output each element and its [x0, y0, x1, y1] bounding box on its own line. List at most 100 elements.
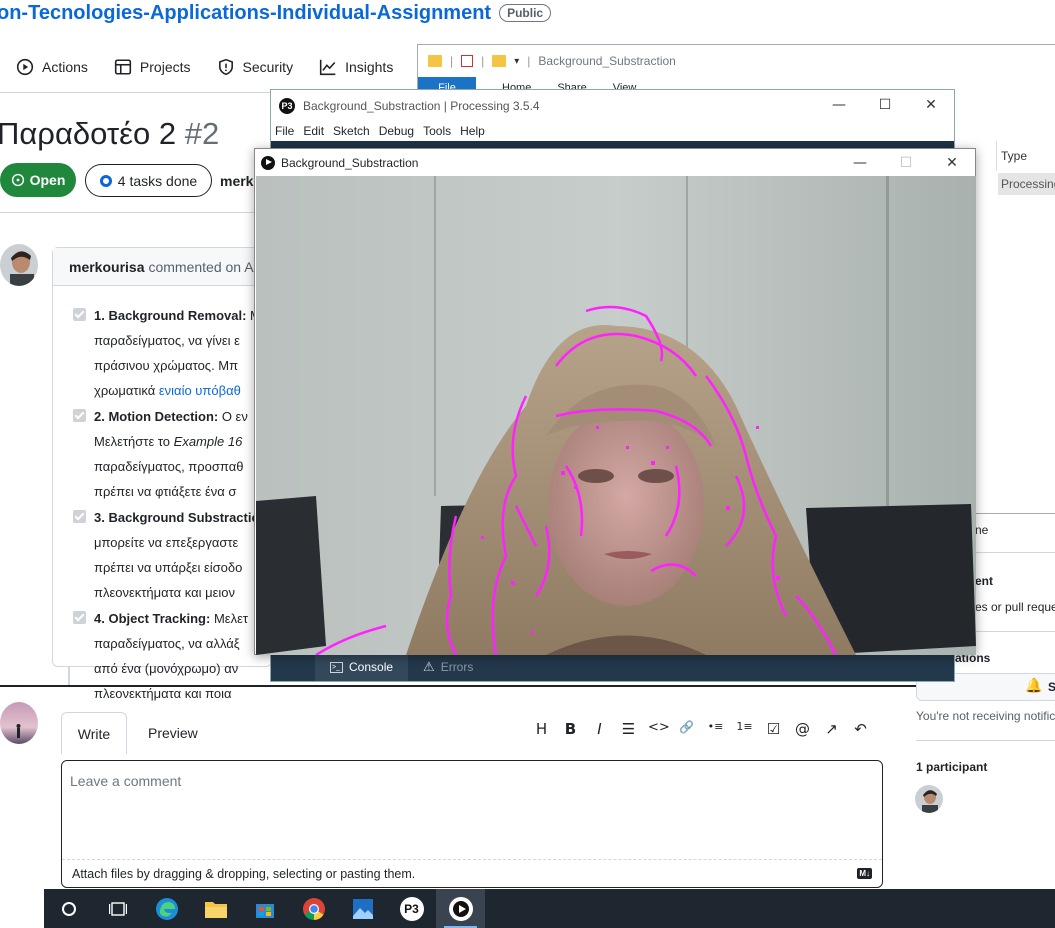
- close-icon[interactable]: ✕: [908, 90, 954, 120]
- taskbar-chrome[interactable]: [289, 889, 338, 928]
- maximize-icon[interactable]: ☐: [862, 90, 908, 120]
- menu-edit[interactable]: Edit: [303, 124, 324, 138]
- menu-tools[interactable]: Tools: [423, 124, 451, 138]
- tasks-progress-badge[interactable]: 4 tasks done: [85, 164, 212, 197]
- header-divider: [0, 212, 265, 213]
- task-text: πρέπει να υπάρξει είσοδο: [94, 560, 243, 575]
- bold-icon[interactable]: B: [561, 720, 580, 738]
- task-item-3: 3. Background Substractio μπορείτε να επ…: [73, 507, 273, 603]
- repo-nav: Actions Projects Security Insights: [16, 58, 393, 76]
- sketch-canvas[interactable]: [256, 176, 976, 655]
- repo-header: on-Tecnologies-Applications-Individual-A…: [0, 0, 552, 26]
- sketch-window-controls: — ☐ ✕: [837, 149, 975, 176]
- taskbar-task-view[interactable]: [93, 889, 142, 928]
- task-checkbox[interactable]: [73, 510, 86, 523]
- task-title: 1. Background Removal:: [94, 308, 247, 323]
- mention-icon[interactable]: @: [793, 720, 812, 738]
- file-row-type[interactable]: Processing: [998, 173, 1055, 195]
- errors-tab[interactable]: ⚠ Errors: [408, 653, 488, 681]
- visibility-badge: Public: [499, 4, 552, 22]
- taskbar-sketch[interactable]: [436, 889, 485, 928]
- photos-icon: [352, 898, 373, 919]
- comment-header: merkourisa commented on Au: [53, 248, 271, 286]
- explorer-titlebar: | | ▾ | Background_Substraction: [418, 45, 1055, 77]
- tab-projects-label: Projects: [139, 59, 191, 75]
- participant-avatar[interactable]: [915, 785, 943, 813]
- attach-files-hint[interactable]: Attach files by dragging & dropping, sel…: [62, 859, 882, 887]
- issue-title: Παραδοτέο 2 #2: [0, 116, 219, 152]
- sidebar-heading-development: ent: [975, 574, 993, 588]
- tab-insights[interactable]: Insights: [319, 58, 393, 76]
- sketch-window: Background_Substraction — ☐ ✕: [254, 148, 976, 655]
- task-checkbox[interactable]: [73, 409, 86, 422]
- cross-reference-icon[interactable]: ↗: [822, 720, 841, 738]
- issue-author-link[interactable]: merk: [220, 173, 253, 189]
- task-checkbox[interactable]: [73, 611, 86, 624]
- close-icon[interactable]: ✕: [929, 149, 975, 176]
- taskbar-photos[interactable]: [338, 889, 387, 928]
- task-text: Μελετήστε το: [94, 434, 174, 449]
- viewer-avatar[interactable]: [0, 702, 38, 744]
- console-tab-label: Console: [349, 660, 394, 674]
- task-text: από ένα (μονόχρωμο) αν: [94, 661, 239, 676]
- comment-textarea[interactable]: Leave a comment Attach files by dragging…: [61, 760, 883, 888]
- menu-sketch[interactable]: Sketch: [333, 124, 370, 138]
- progress-ring-icon: [99, 174, 112, 187]
- terminal-icon: >_: [330, 661, 343, 673]
- task-text: Μελετ: [210, 611, 248, 626]
- notification-status: You're not receiving notific: [916, 709, 1055, 723]
- subscribe-label: S: [1048, 680, 1055, 694]
- bell-icon: 🔔: [1025, 678, 1043, 694]
- task-checkbox[interactable]: [73, 308, 86, 321]
- taskbar-store[interactable]: [240, 889, 289, 928]
- tab-security-label: Security: [242, 59, 294, 75]
- task-link[interactable]: ενιαίο υπόβαθ: [159, 383, 241, 398]
- tab-projects[interactable]: Projects: [114, 58, 191, 76]
- quote-icon[interactable]: ☰: [619, 720, 638, 738]
- edge-icon: [155, 897, 178, 920]
- task-view-icon: [108, 901, 127, 916]
- numbered-list-icon[interactable]: 1≡: [735, 720, 754, 738]
- task-list-icon[interactable]: ☑: [764, 720, 783, 738]
- minimize-icon[interactable]: —: [816, 90, 862, 120]
- author-avatar[interactable]: [0, 244, 38, 286]
- code-icon[interactable]: <>: [648, 720, 670, 738]
- new-folder-icon[interactable]: [492, 55, 507, 67]
- markdown-icon: M↓: [857, 868, 872, 879]
- bullet-list-icon[interactable]: •≡: [706, 720, 725, 738]
- menu-file[interactable]: File: [275, 124, 294, 138]
- store-icon: [255, 903, 274, 918]
- properties-icon[interactable]: [461, 55, 474, 67]
- taskbar-file-explorer[interactable]: [191, 889, 240, 928]
- ide-window-controls: — ☐ ✕: [816, 90, 954, 120]
- comment-author[interactable]: merkourisa: [69, 259, 144, 275]
- graph-icon: [319, 59, 336, 76]
- tab-security[interactable]: Security: [217, 58, 294, 76]
- taskbar-processing[interactable]: P3: [387, 889, 436, 928]
- quick-access-dropdown-icon[interactable]: ▾: [514, 56, 519, 67]
- column-header-type[interactable]: Type: [1001, 149, 1027, 163]
- undo-icon[interactable]: ↶: [851, 720, 870, 738]
- italic-icon[interactable]: I: [590, 720, 609, 738]
- tab-actions[interactable]: Actions: [16, 58, 88, 76]
- ide-menubar: File Edit Sketch Debug Tools Help: [271, 121, 954, 141]
- taskbar-edge[interactable]: [142, 889, 191, 928]
- repo-name-link[interactable]: on-Tecnologies-Applications-Individual-A…: [0, 2, 491, 25]
- minimize-icon[interactable]: —: [837, 149, 883, 176]
- maximize-icon[interactable]: ☐: [883, 149, 929, 176]
- windows-taskbar: P3: [44, 889, 1055, 928]
- heading-icon[interactable]: H: [532, 720, 551, 738]
- menu-help[interactable]: Help: [460, 124, 485, 138]
- folder-icon: [204, 901, 227, 918]
- tab-write[interactable]: Write: [61, 712, 127, 754]
- taskbar-search[interactable]: [44, 889, 93, 928]
- console-tab[interactable]: >_ Console: [315, 653, 409, 681]
- task-text: πλεονεκτήματα και μειον: [94, 585, 236, 600]
- separator: |: [527, 54, 531, 68]
- task-item-4: 4. Object Tracking: Μελετ παραδείγματος,…: [73, 608, 273, 704]
- tab-preview[interactable]: Preview: [148, 725, 198, 741]
- task-title: 2. Motion Detection:: [94, 409, 219, 424]
- link-icon[interactable]: 🔗: [677, 720, 696, 738]
- sidebar-divider: [975, 552, 1055, 553]
- menu-debug[interactable]: Debug: [379, 124, 414, 138]
